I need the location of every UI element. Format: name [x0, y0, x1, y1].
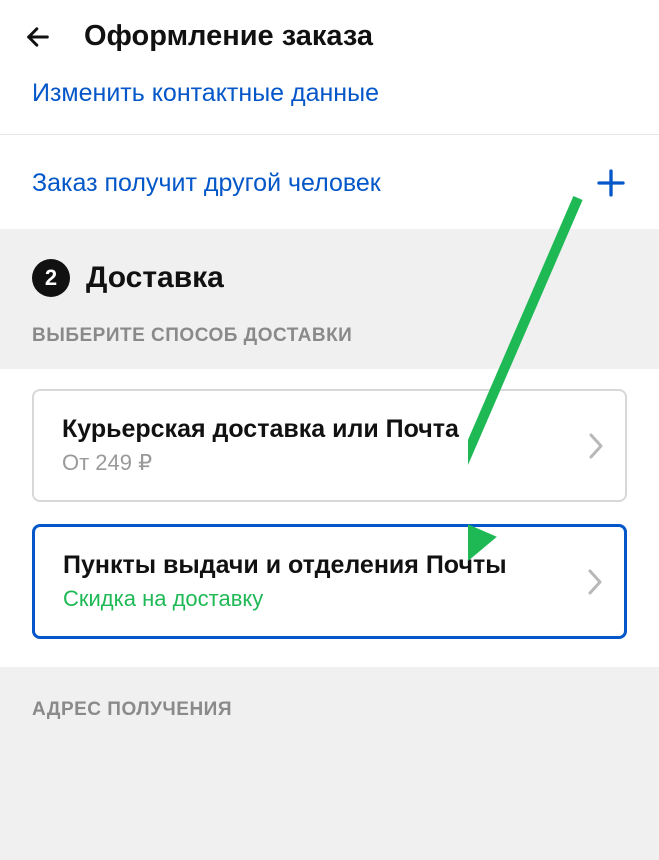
choose-method-label: ВЫБЕРИТЕ СПОСОБ ДОСТАВКИ: [32, 325, 627, 347]
back-arrow-icon[interactable]: [24, 23, 52, 51]
chevron-right-icon: [586, 567, 604, 597]
edit-contact-link[interactable]: Изменить контактные данные: [32, 69, 627, 134]
delivery-option-text: Курьерская доставка или Почта От 249 ₽: [62, 415, 459, 476]
delivery-option-subtitle: От 249 ₽: [62, 450, 459, 476]
address-label: АДРЕС ПОЛУЧЕНИЯ: [32, 699, 627, 721]
delivery-option-pickup[interactable]: Пункты выдачи и отделения Почты Скидка н…: [32, 524, 627, 639]
chevron-right-icon: [587, 431, 605, 461]
delivery-option-title: Курьерская доставка или Почта: [62, 415, 459, 444]
step-title: Доставка: [86, 261, 224, 295]
step-number-badge: 2: [32, 259, 70, 297]
other-person-button[interactable]: Заказ получит другой человек: [32, 135, 627, 229]
other-person-label: Заказ получит другой человек: [32, 169, 381, 198]
page-title: Оформление заказа: [84, 20, 373, 53]
delivery-step-section: 2 Доставка ВЫБЕРИТЕ СПОСОБ ДОСТАВКИ: [0, 229, 659, 369]
header: Оформление заказа: [0, 0, 659, 69]
delivery-option-courier[interactable]: Курьерская доставка или Почта От 249 ₽: [32, 389, 627, 502]
delivery-options-list: Курьерская доставка или Почта От 249 ₽ П…: [0, 369, 659, 667]
delivery-option-subtitle: Скидка на доставку: [63, 586, 507, 612]
delivery-option-title: Пункты выдачи и отделения Почты: [63, 551, 507, 580]
step-header: 2 Доставка: [32, 259, 627, 297]
contact-section: Изменить контактные данные: [0, 69, 659, 134]
address-section: АДРЕС ПОЛУЧЕНИЯ: [0, 667, 659, 749]
plus-icon: [595, 167, 627, 199]
delivery-option-text: Пункты выдачи и отделения Почты Скидка н…: [63, 551, 507, 612]
other-person-section: Заказ получит другой человек: [0, 135, 659, 229]
